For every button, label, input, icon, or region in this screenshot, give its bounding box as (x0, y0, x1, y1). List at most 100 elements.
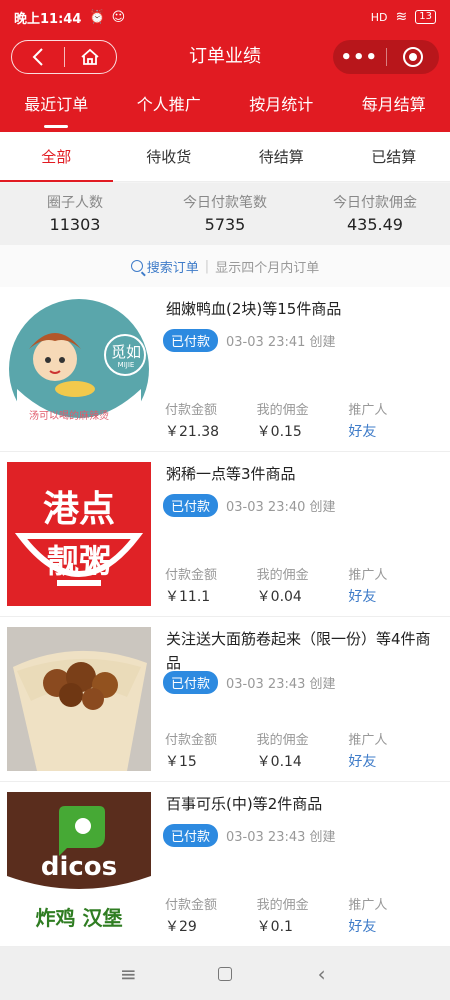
app-notification-icon: ☺ (111, 9, 126, 25)
tab-recent-orders[interactable]: 最近订单 (0, 80, 113, 132)
stat-value: 11303 (49, 215, 101, 234)
tab-monthly-stats[interactable]: 按月统计 (225, 80, 338, 132)
thumb-brand-text: dicos (40, 852, 118, 882)
thumb-brand-sub: 靓粥 (46, 542, 111, 580)
thumb-slogan: 汤可以喝的麻辣烫 (29, 411, 109, 422)
pay-value: ￥29 (165, 919, 197, 935)
order-item[interactable]: 港点 靓粥 粥稀一点等3件商品 已付款 03-03 23:40 创建 付款金额 … (0, 452, 450, 617)
thumb-brand-sub: 炸鸡 汉堡 (35, 906, 123, 930)
order-amounts: 付款金额 ￥11.1 我的佣金 ￥0.04 推广人 好友 (165, 566, 440, 608)
order-amounts: 付款金额 ￥21.38 我的佣金 ￥0.15 推广人 好友 (165, 401, 440, 443)
order-item[interactable]: dicos 炸鸡 汉堡 百事可乐(中)等2件商品 已付款 03-03 23:43… (0, 782, 450, 947)
commission: 我的佣金 ￥0.1 (257, 896, 349, 938)
tab-personal-promotion[interactable]: 个人推广 (113, 80, 226, 132)
pay-amount: 付款金额 ￥21.38 (165, 401, 257, 443)
pay-amount: 付款金额 ￥15 (165, 731, 257, 773)
search-separator: | (204, 258, 210, 274)
stat-circle-members: 圈子人数 11303 (0, 183, 150, 245)
mini-program-capsule: ••• (333, 40, 439, 74)
promoter-value: 好友 (348, 754, 377, 770)
stat-today-commission: 今日付款佣金 435.49 (300, 183, 450, 245)
status-badge: 已付款 (163, 824, 219, 847)
status-badge: 已付款 (163, 671, 219, 694)
tab-pending-settlement[interactable]: 待结算 (225, 132, 338, 181)
order-title: 粥稀一点等3件商品 (166, 465, 296, 483)
top-tabs: 最近订单 个人推广 按月统计 每月结算 (0, 80, 450, 132)
commission-label: 我的佣金 (256, 733, 309, 748)
promoter-value: 好友 (348, 589, 377, 605)
signal-icon: HD (370, 10, 388, 24)
stats-summary: 圈子人数 11303 今日付款笔数 5735 今日付款佣金 435.49 (0, 183, 450, 245)
commission: 我的佣金 ￥0.15 (257, 401, 349, 443)
stat-today-payments: 今日付款笔数 5735 (150, 183, 300, 245)
order-item[interactable]: 觅如 MIJIE 汤可以喝的麻辣烫 细嫩鸭血(2块)等15件商品 已付款 03-… (0, 287, 450, 452)
order-title: 关注送大面筋卷起来（限一份）等4件商品 (166, 630, 431, 672)
promoter-label: 推广人 (348, 403, 388, 418)
back-button[interactable] (12, 41, 64, 73)
promoter: 推广人 好友 (348, 401, 440, 443)
thumb-brand-text: 港点 (42, 489, 115, 530)
promoter: 推广人 好友 (348, 731, 440, 773)
pay-value: ￥21.38 (165, 424, 220, 440)
stat-label: 圈子人数 (47, 195, 103, 211)
commission-label: 我的佣金 (256, 403, 309, 418)
back-nav-button[interactable]: ‹ (292, 962, 352, 986)
stat-label: 今日付款笔数 (183, 195, 267, 211)
order-thumbnail: 觅如 MIJIE 汤可以喝的麻辣烫 (7, 297, 151, 441)
order-time: 03-03 23:43 创建 (226, 830, 336, 845)
nav-bar: 订单业绩 ••• (0, 34, 450, 80)
order-meta: 已付款 03-03 23:43 创建 (163, 824, 336, 847)
thumb-brand-sub: MIJIE (117, 361, 135, 369)
square-home-icon (217, 966, 232, 981)
promoter: 推广人 好友 (348, 896, 440, 938)
close-button[interactable] (387, 40, 440, 74)
order-amounts: 付款金额 ￥15 我的佣金 ￥0.14 推广人 好友 (165, 731, 440, 773)
commission: 我的佣金 ￥0.04 (257, 566, 349, 608)
more-button[interactable]: ••• (333, 40, 386, 74)
more-dots-icon: ••• (340, 46, 378, 68)
order-time: 03-03 23:43 创建 (226, 677, 336, 692)
tab-all[interactable]: 全部 (0, 132, 113, 182)
home-button[interactable] (65, 41, 117, 73)
tab-monthly-settlement[interactable]: 每月结算 (338, 80, 450, 132)
tab-settled[interactable]: 已结算 (338, 132, 450, 181)
promoter-label: 推广人 (348, 898, 388, 913)
thumb-brand-text: 觅如 (110, 343, 141, 361)
home-icon (81, 48, 99, 65)
order-title: 细嫩鸭血(2块)等15件商品 (166, 300, 342, 318)
search-hint: 显示四个月内订单 (215, 260, 320, 276)
search-orders-link[interactable]: 搜索订单 (130, 257, 199, 276)
order-time: 03-03 23:41 创建 (226, 335, 336, 350)
commission-value: ￥0.04 (256, 589, 302, 605)
pay-amount: 付款金额 ￥29 (165, 896, 257, 938)
stat-label: 今日付款佣金 (333, 195, 417, 211)
status-time: 晚上11:44 (14, 11, 82, 27)
promoter-value: 好友 (348, 919, 377, 935)
promoter: 推广人 好友 (348, 566, 440, 608)
menu-icon: ≡ (119, 961, 137, 986)
order-meta: 已付款 03-03 23:40 创建 (163, 494, 336, 517)
order-thumbnail (7, 627, 151, 771)
promoter-label: 推广人 (348, 733, 388, 748)
home-nav-button[interactable] (195, 962, 255, 986)
system-nav-bar: ≡ ‹ (0, 947, 450, 1000)
order-item[interactable]: 关注送大面筋卷起来（限一份）等4件商品 已付款 03-03 23:43 创建 付… (0, 617, 450, 782)
search-link-label: 搜索订单 (146, 260, 199, 276)
order-amounts: 付款金额 ￥29 我的佣金 ￥0.1 推广人 好友 (165, 896, 440, 938)
promoter-value: 好友 (348, 424, 377, 440)
menu-button[interactable]: ≡ (98, 962, 158, 986)
pay-amount: 付款金额 ￥11.1 (165, 566, 257, 608)
pay-label: 付款金额 (165, 403, 218, 418)
pay-label: 付款金额 (165, 898, 218, 913)
alarm-icon: ⏰ (89, 9, 106, 25)
pay-label: 付款金额 (165, 733, 218, 748)
back-chevron-icon: ‹ (317, 961, 326, 986)
order-thumbnail: 港点 靓粥 (7, 462, 151, 606)
battery-icon: 13 (415, 10, 436, 24)
status-badge: 已付款 (163, 494, 219, 517)
tab-pending-receipt[interactable]: 待收货 (113, 132, 226, 181)
search-bar: 搜索订单 | 显示四个月内订单 (0, 245, 450, 287)
order-title: 百事可乐(中)等2件商品 (166, 795, 323, 813)
pay-label: 付款金额 (165, 568, 218, 583)
status-filter-tabs: 全部 待收货 待结算 已结算 (0, 132, 450, 182)
